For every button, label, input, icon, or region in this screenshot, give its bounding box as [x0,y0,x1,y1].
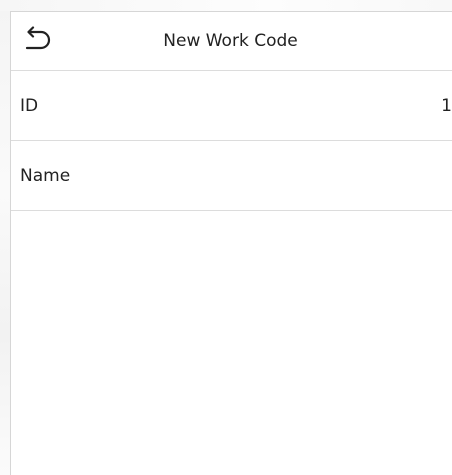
screenshot-stage: New Work Code ID 1 Name [0,0,452,475]
title-bar: New Work Code [11,12,452,71]
background-shadow-left [0,0,10,475]
page-title: New Work Code [163,31,298,51]
field-row-id[interactable]: ID 1 [11,71,452,141]
back-button[interactable] [20,26,54,56]
field-label-name: Name [20,166,71,186]
field-value-id: 1 [441,96,452,116]
background-shadow-top [0,0,452,11]
back-arrow-icon [25,26,51,50]
field-row-name[interactable]: Name [11,141,452,211]
empty-content-area [11,211,452,475]
field-label-id: ID [20,96,39,116]
device-screen: New Work Code ID 1 Name [10,11,452,475]
